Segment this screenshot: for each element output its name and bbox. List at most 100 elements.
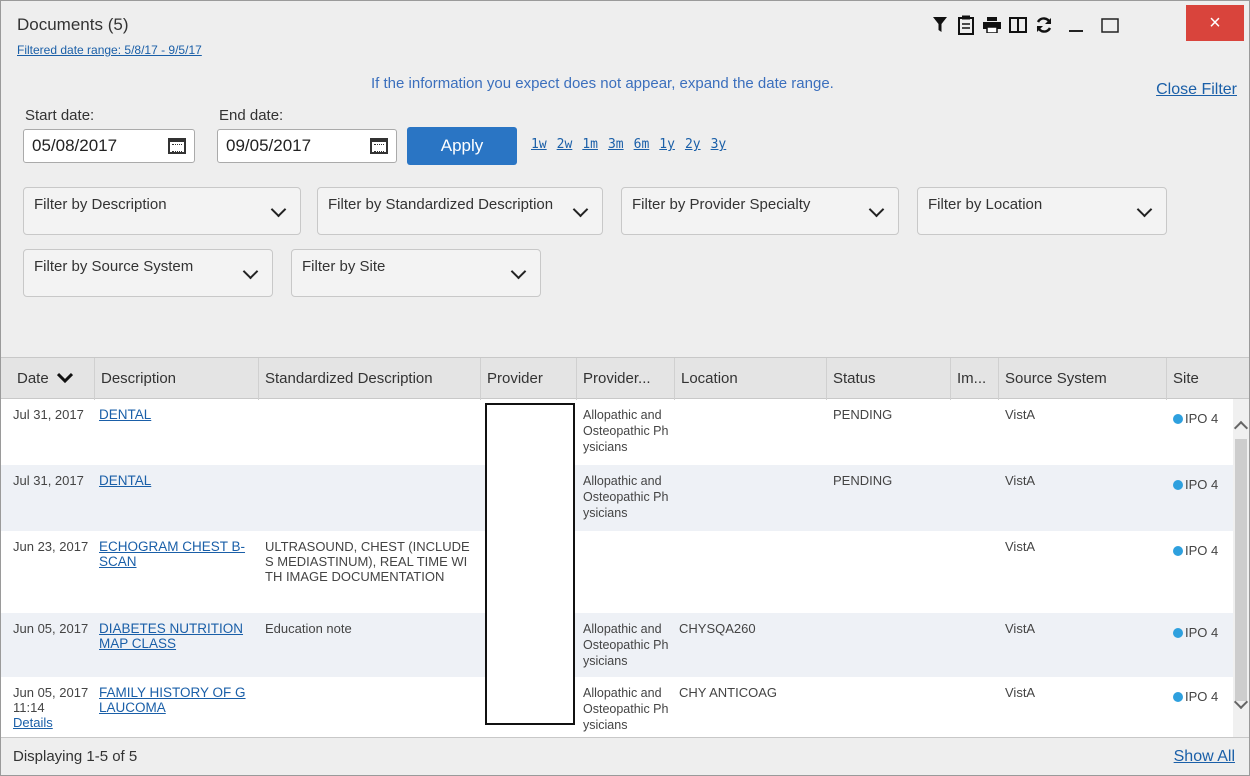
- provider-redaction-box: [485, 403, 575, 725]
- column-header-images[interactable]: Im...: [951, 358, 999, 400]
- row-date: Jul 31, 2017: [13, 473, 84, 488]
- row-description-link[interactable]: FAMILY HISTORY OF GLAUCOMA: [99, 685, 253, 715]
- site-status-dot-icon: [1173, 546, 1183, 556]
- filter-provider-specialty-dropdown[interactable]: Filter by Provider Specialty: [621, 187, 899, 235]
- chevron-down-icon: [510, 263, 527, 280]
- quick-range-links: 1w 2w 1m 3m 6m 1y 2y 3y: [531, 137, 736, 152]
- vertical-scrollbar[interactable]: [1233, 399, 1249, 737]
- row-site: IPO 4: [1173, 625, 1219, 640]
- columns-icon[interactable]: [1007, 14, 1029, 36]
- filter-description-dropdown[interactable]: Filter by Description: [23, 187, 301, 235]
- end-date-field[interactable]: 09/05/2017: [217, 129, 397, 163]
- row-site: IPO 4: [1173, 689, 1219, 704]
- dropdown-label: Filter by Source System: [34, 258, 194, 275]
- window-toolbar: [929, 9, 1127, 41]
- scroll-up-icon[interactable]: [1233, 420, 1249, 436]
- end-date-label: End date:: [219, 107, 284, 124]
- range-1y-link[interactable]: 1y: [659, 137, 675, 152]
- row-site: IPO 4: [1173, 543, 1219, 558]
- print-icon[interactable]: [981, 14, 1003, 36]
- sort-descending-icon[interactable]: [56, 372, 73, 384]
- column-header-site[interactable]: Site: [1167, 358, 1249, 400]
- grid-header: Date Description Standardized Descriptio…: [1, 357, 1249, 400]
- row-description-link[interactable]: DENTAL: [99, 407, 253, 422]
- date-range-info: If the information you expect does not a…: [371, 75, 834, 92]
- column-header-location[interactable]: Location: [675, 358, 827, 400]
- start-date-field[interactable]: 05/08/2017: [23, 129, 195, 163]
- chevron-down-icon: [242, 263, 259, 280]
- row-provider-specialty: Allopathic and Osteopathic Physicians: [583, 408, 669, 454]
- table-row[interactable]: Jun 05, 2017 11:14 Details FAMILY HISTOR…: [1, 677, 1233, 737]
- range-3y-link[interactable]: 3y: [711, 137, 727, 152]
- row-source-system: VistA: [1005, 621, 1036, 636]
- documents-grid: Date Description Standardized Descriptio…: [1, 357, 1249, 737]
- clipboard-icon[interactable]: [955, 14, 977, 36]
- start-date-label: Start date:: [25, 107, 95, 124]
- dropdown-label: Filter by Location: [928, 196, 1043, 213]
- row-status: PENDING: [833, 407, 893, 422]
- filtered-date-range-link[interactable]: Filtered date range: 5/8/17 - 9/5/17: [17, 43, 202, 57]
- row-date: Jun 23, 2017: [13, 539, 89, 554]
- table-row[interactable]: Jun 23, 2017 ECHOGRAM CHEST B-SCAN ULTRA…: [1, 531, 1233, 613]
- dropdown-label: Filter by Provider Specialty: [632, 196, 811, 213]
- show-all-link[interactable]: Show All: [1174, 748, 1235, 766]
- table-row[interactable]: Jul 31, 2017 DENTAL Allopathic and Osteo…: [1, 465, 1233, 531]
- chevron-down-icon: [868, 201, 885, 218]
- table-row[interactable]: Jun 05, 2017 DIABETES NUTRITION MAP CLAS…: [1, 613, 1233, 677]
- maximize-icon[interactable]: [1093, 9, 1127, 41]
- range-1m-link[interactable]: 1m: [582, 137, 598, 152]
- row-source-system: VistA: [1005, 473, 1036, 488]
- column-header-provider[interactable]: Provider: [481, 358, 577, 400]
- filter-site-dropdown[interactable]: Filter by Site: [291, 249, 541, 297]
- range-1w-link[interactable]: 1w: [531, 137, 547, 152]
- filter-standardized-description-dropdown[interactable]: Filter by Standardized Description: [317, 187, 603, 235]
- filter-location-dropdown[interactable]: Filter by Location: [917, 187, 1167, 235]
- row-standardized-description: Education note: [265, 621, 352, 636]
- column-header-date[interactable]: Date: [1, 358, 95, 400]
- row-date: Jun 05, 2017: [13, 621, 89, 636]
- refresh-icon[interactable]: [1033, 14, 1055, 36]
- row-site: IPO 4: [1173, 477, 1219, 492]
- column-header-standardized-description[interactable]: Standardized Description: [259, 358, 481, 400]
- scrollbar-thumb[interactable]: [1235, 439, 1247, 701]
- row-date: Jul 31, 2017: [13, 407, 84, 422]
- close-icon[interactable]: ×: [1186, 5, 1244, 41]
- column-header-provider-specialty[interactable]: Provider...: [577, 358, 675, 400]
- dropdown-label: Filter by Standardized Description: [328, 196, 554, 213]
- range-6m-link[interactable]: 6m: [634, 137, 650, 152]
- dropdown-label: Filter by Site: [302, 258, 386, 275]
- documents-window: Documents (5) Filtered date range: 5/8/1…: [0, 0, 1250, 776]
- range-2w-link[interactable]: 2w: [557, 137, 573, 152]
- column-header-status[interactable]: Status: [827, 358, 951, 400]
- row-date: Jun 05, 2017 11:14: [13, 685, 89, 715]
- chevron-down-icon: [270, 201, 287, 218]
- column-header-source-system[interactable]: Source System: [999, 358, 1167, 400]
- range-2y-link[interactable]: 2y: [685, 137, 701, 152]
- close-filter-link[interactable]: Close Filter: [1156, 81, 1237, 99]
- site-status-dot-icon: [1173, 628, 1183, 638]
- row-provider-specialty: Allopathic and Osteopathic Physicians: [583, 622, 669, 668]
- row-description-link[interactable]: DIABETES NUTRITION MAP CLASS: [99, 621, 253, 651]
- window-title: Documents (5): [17, 15, 129, 34]
- column-header-description[interactable]: Description: [95, 358, 259, 400]
- row-provider-specialty: Allopathic and Osteopathic Physicians: [583, 686, 669, 732]
- end-date-value[interactable]: 09/05/2017: [226, 136, 370, 156]
- range-3m-link[interactable]: 3m: [608, 137, 624, 152]
- row-details-link[interactable]: Details: [13, 715, 93, 730]
- row-description-link[interactable]: DENTAL: [99, 473, 253, 488]
- row-site: IPO 4: [1173, 411, 1219, 426]
- dropdown-label: Filter by Description: [34, 196, 167, 213]
- calendar-icon[interactable]: [168, 138, 186, 154]
- start-date-value[interactable]: 05/08/2017: [32, 136, 168, 156]
- filter-icon[interactable]: [929, 14, 951, 36]
- calendar-icon[interactable]: [370, 138, 388, 154]
- filter-source-system-dropdown[interactable]: Filter by Source System: [23, 249, 273, 297]
- row-source-system: VistA: [1005, 539, 1036, 554]
- table-row[interactable]: Jul 31, 2017 DENTAL Allopathic and Osteo…: [1, 399, 1233, 465]
- record-count: Displaying 1-5 of 5: [13, 748, 138, 765]
- chevron-down-icon: [1136, 201, 1153, 218]
- minimize-icon[interactable]: [1059, 9, 1093, 41]
- row-description-link[interactable]: ECHOGRAM CHEST B-SCAN: [99, 539, 253, 569]
- row-source-system: VistA: [1005, 685, 1036, 700]
- apply-button[interactable]: Apply: [407, 127, 517, 165]
